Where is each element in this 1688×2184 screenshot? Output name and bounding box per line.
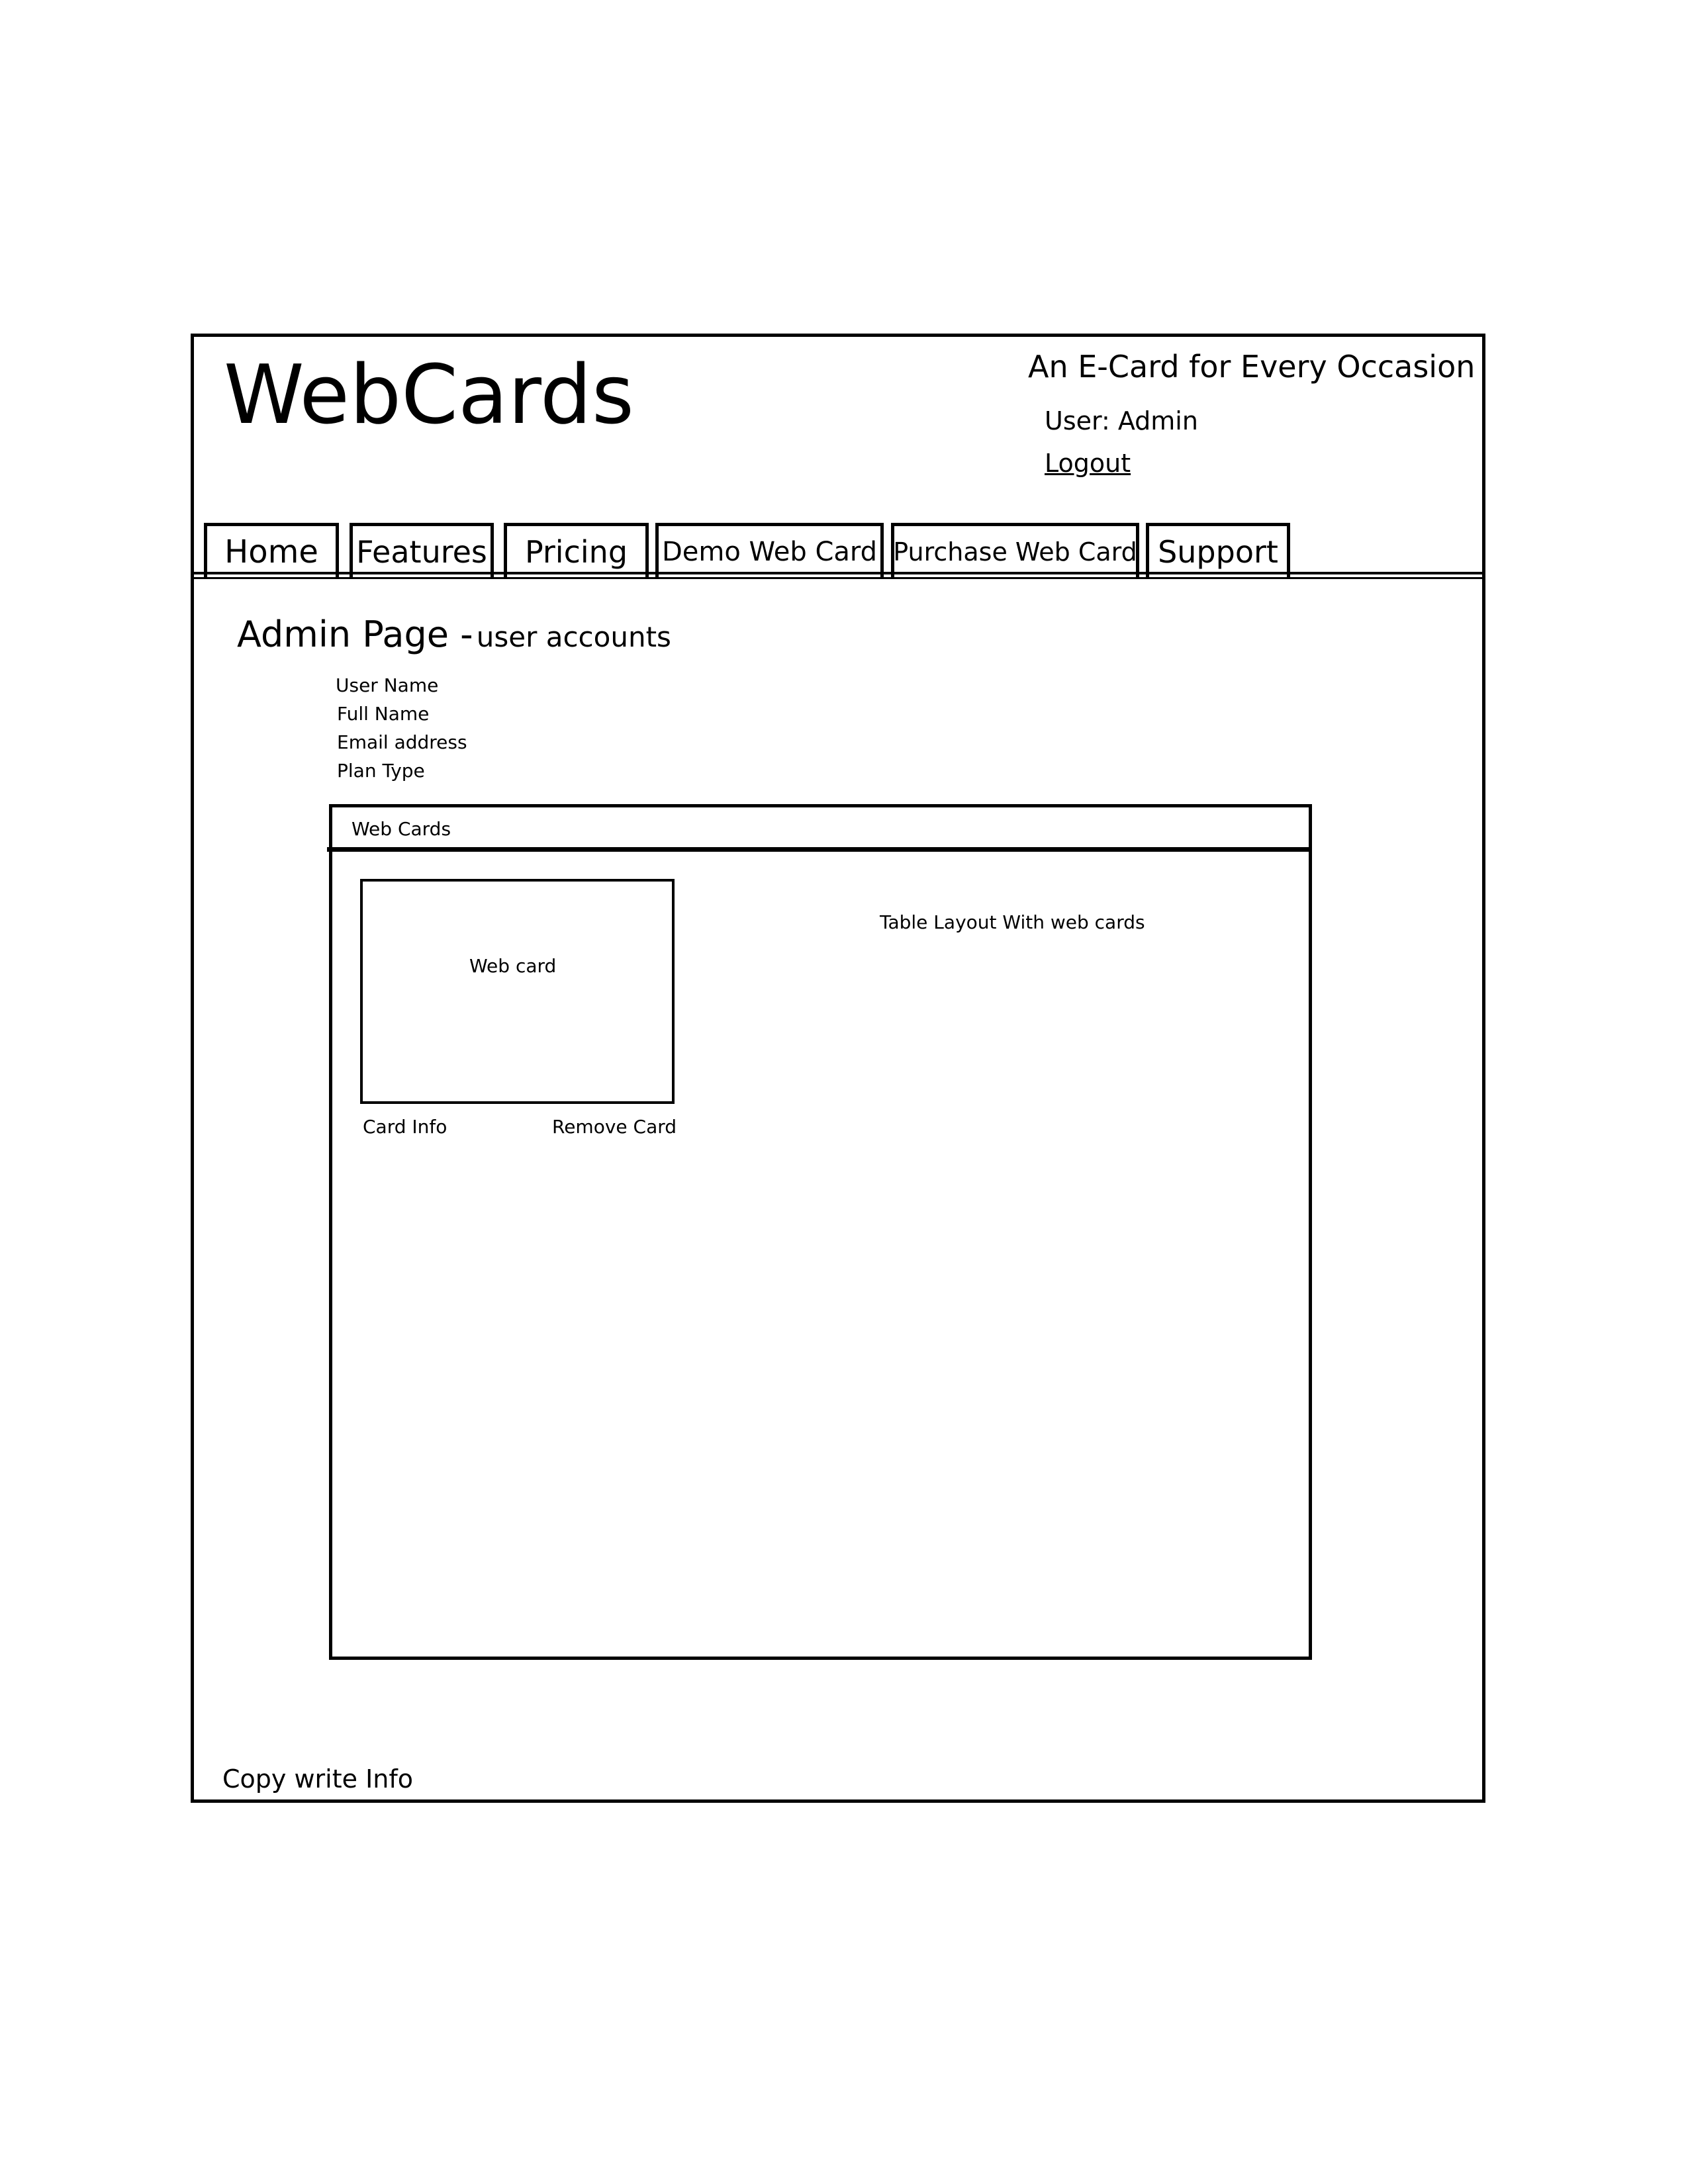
- user-name: Admin: [1117, 406, 1198, 435]
- tab-support-label: Support: [1158, 533, 1278, 570]
- field-user-name: User Name: [336, 674, 439, 696]
- site-tagline: An E-Card for Every Occasion: [1028, 349, 1476, 385]
- tab-demo-web-card-label: Demo Web Card: [661, 536, 878, 567]
- tab-home[interactable]: Home: [204, 523, 339, 577]
- card-info-link[interactable]: Card Info: [363, 1114, 447, 1140]
- tab-home-label: Home: [224, 533, 318, 570]
- field-email-address: Email address: [337, 731, 467, 753]
- field-plan-type: Plan Type: [337, 760, 425, 782]
- tab-features[interactable]: Features: [350, 523, 494, 577]
- tab-purchase-web-card[interactable]: Purchase Web Card: [891, 523, 1139, 577]
- nav-divider-lower: [191, 577, 1485, 579]
- tab-features-label: Features: [356, 533, 487, 570]
- page-title: Admin Page - user accounts: [237, 612, 671, 666]
- web-card-thumbnail[interactable]: [360, 879, 675, 1104]
- web-cards-panel-divider: [327, 847, 1312, 852]
- user-prefix: User:: [1045, 406, 1110, 435]
- tab-purchase-web-card-label: Purchase Web Card: [893, 537, 1137, 567]
- tab-pricing[interactable]: Pricing: [504, 523, 649, 577]
- site-logo[interactable]: WebCards: [224, 343, 634, 449]
- logout-link[interactable]: Logout: [1045, 446, 1131, 480]
- nav-divider: [191, 572, 1485, 574]
- footer-copyright: Copy write Info: [222, 1764, 414, 1794]
- web-cards-panel-title: Web Cards: [352, 818, 451, 840]
- field-full-name: Full Name: [337, 703, 430, 725]
- tab-support[interactable]: Support: [1146, 523, 1290, 577]
- current-user: User: Admin: [1045, 404, 1198, 438]
- table-layout-note: Table Layout With web cards: [880, 911, 1145, 933]
- web-card-label: Web card: [469, 955, 557, 977]
- tab-demo-web-card[interactable]: Demo Web Card: [655, 523, 884, 577]
- tab-pricing-label: Pricing: [524, 533, 628, 570]
- page-title-sub: user accounts: [476, 621, 671, 653]
- remove-card-link[interactable]: Remove Card: [552, 1114, 677, 1140]
- page-title-main: Admin Page -: [237, 614, 473, 655]
